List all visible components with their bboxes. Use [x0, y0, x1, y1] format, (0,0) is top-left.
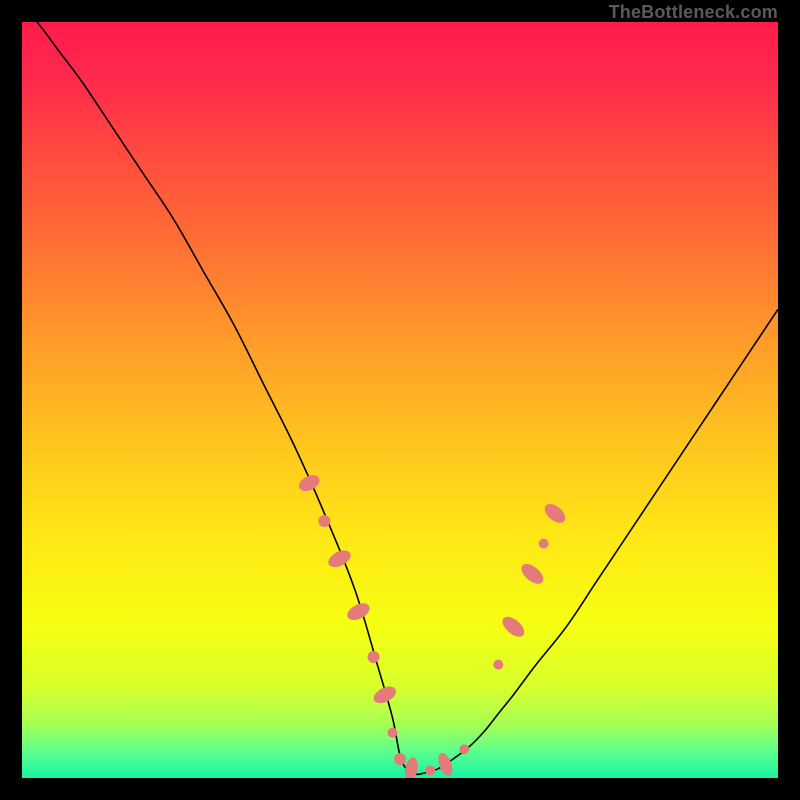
chart-background [22, 22, 778, 778]
marker-dot [387, 728, 397, 738]
marker-dot [493, 660, 503, 670]
marker-dot [425, 765, 435, 775]
marker-dot [394, 753, 406, 765]
chart-frame: TheBottleneck.com [0, 0, 800, 800]
attribution-label: TheBottleneck.com [609, 2, 778, 23]
chart-svg [22, 22, 778, 778]
marker-dot [368, 651, 380, 663]
marker-dot [539, 539, 549, 549]
marker-dot [318, 515, 330, 527]
marker-dot [459, 744, 469, 754]
